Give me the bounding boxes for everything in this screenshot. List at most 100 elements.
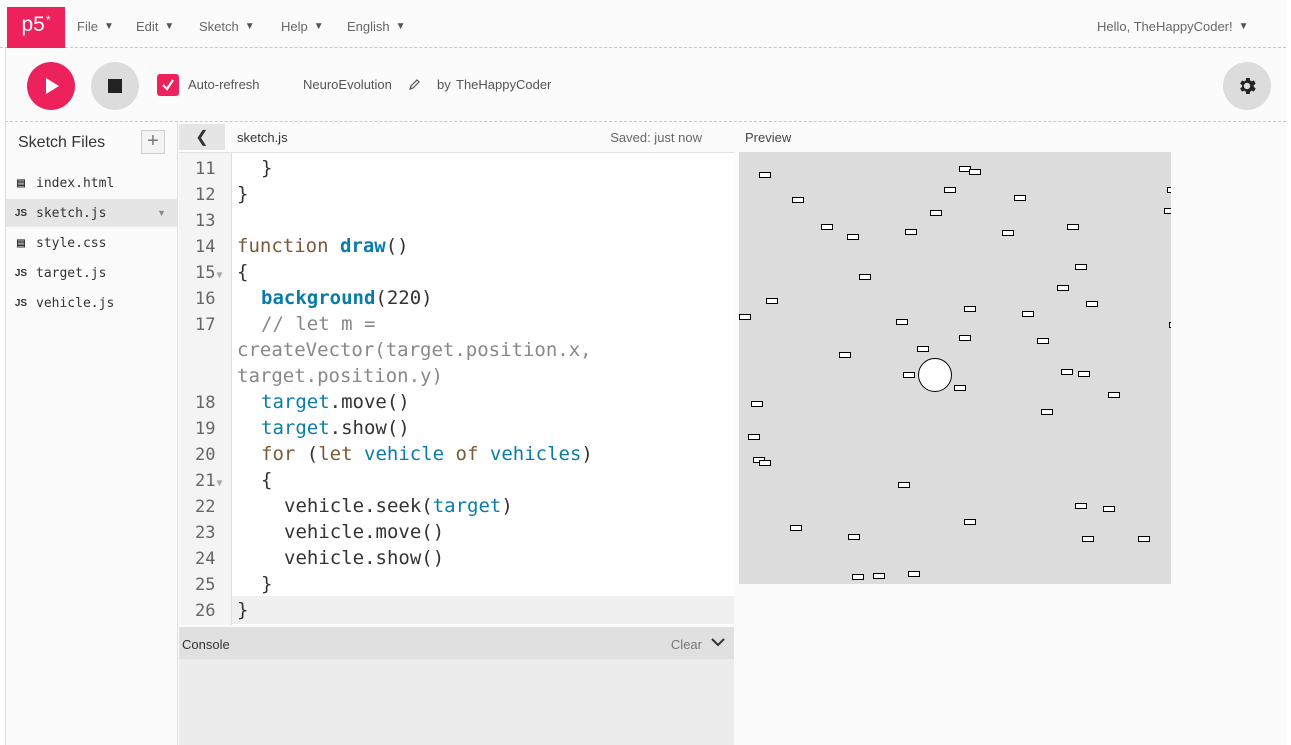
code-line-14: function draw() xyxy=(237,235,409,257)
vehicle-rect xyxy=(896,319,908,325)
vehicle-rect xyxy=(1086,301,1098,307)
vehicle-rect xyxy=(1108,392,1120,398)
file-vehicle-js[interactable]: JS vehicle.js xyxy=(6,289,178,317)
vehicle-rect xyxy=(1067,224,1079,230)
vehicle-rect xyxy=(1014,195,1026,201)
settings-button[interactable] xyxy=(1223,62,1271,110)
gear-icon xyxy=(1240,78,1256,94)
console-title: Console xyxy=(182,637,230,652)
js-file-icon: JS xyxy=(14,297,28,309)
menu-help[interactable]: Help ▼ xyxy=(281,19,324,34)
vehicle-rect xyxy=(964,519,976,525)
code-line-12: } xyxy=(237,183,249,205)
vehicle-rect xyxy=(944,187,956,193)
auto-refresh-checkbox[interactable] xyxy=(157,74,179,96)
menu-edit[interactable]: Edit ▼ xyxy=(136,19,174,34)
vehicle-rect xyxy=(1169,322,1171,328)
editor-filename: sketch.js xyxy=(237,130,288,145)
vehicle-rect xyxy=(751,401,763,407)
line-number: 14 xyxy=(195,237,216,257)
author-link[interactable]: TheHappyCoder xyxy=(456,77,551,92)
vehicle-rect xyxy=(954,385,966,391)
vehicle-rect xyxy=(1075,264,1087,270)
line-number-fold[interactable]: 21▼ xyxy=(179,471,232,491)
stop-icon xyxy=(108,79,122,93)
add-file-button[interactable]: + xyxy=(141,130,165,154)
code-line-19: target.show() xyxy=(261,417,410,439)
auto-refresh-label: Auto-refresh xyxy=(188,77,260,92)
code-line-18: target.move() xyxy=(261,391,410,413)
console-output[interactable] xyxy=(179,659,734,745)
vehicle-rect xyxy=(1075,503,1087,509)
vehicle-rect xyxy=(852,574,864,580)
vehicle-rect xyxy=(1138,536,1150,542)
vehicle-rect xyxy=(930,210,942,216)
pencil-icon[interactable] xyxy=(409,78,421,93)
vehicle-rect xyxy=(790,525,802,531)
vehicle-rect xyxy=(917,346,929,352)
code-line-16: background(220) xyxy=(261,287,433,309)
caret-down-icon: ▼ xyxy=(395,21,406,32)
vehicle-rect xyxy=(959,335,971,341)
js-file-icon: JS xyxy=(14,207,28,219)
preview-canvas[interactable] xyxy=(739,152,1171,584)
sidebar-title: Sketch Files xyxy=(18,134,106,151)
line-number: 26 xyxy=(195,601,216,621)
line-number: 16 xyxy=(195,289,216,309)
file-style-css[interactable]: ▤ style.css xyxy=(6,229,178,257)
js-file-icon: JS xyxy=(14,267,28,279)
vehicle-rect xyxy=(964,306,976,312)
collapse-sidebar-button[interactable]: ❮ xyxy=(179,124,225,150)
fold-arrow-icon: ▼ xyxy=(216,270,223,281)
line-number: 11 xyxy=(195,159,216,179)
file-target-js[interactable]: JS target.js xyxy=(6,259,178,287)
right-edge xyxy=(1287,0,1291,745)
code-editor[interactable]: 11 12 13 14 15▼ 16 17 18 19 20 21▼ 22 23… xyxy=(179,152,734,625)
caret-down-icon: ▼ xyxy=(103,21,114,32)
vehicle-rect xyxy=(1078,371,1090,377)
vehicle-rect xyxy=(1022,311,1034,317)
line-number: 19 xyxy=(195,419,216,439)
menu-language[interactable]: English ▼ xyxy=(347,19,406,34)
vehicle-rect xyxy=(903,372,915,378)
vehicle-rect xyxy=(848,534,860,540)
file-index-html[interactable]: ▤ index.html xyxy=(6,169,178,197)
menu-sketch[interactable]: Sketch ▼ xyxy=(199,19,255,34)
p5-logo[interactable]: p5 * xyxy=(7,7,65,48)
line-number-fold[interactable]: 15▼ xyxy=(179,263,232,283)
vehicle-rect xyxy=(839,352,851,358)
html-file-icon: ▤ xyxy=(16,177,26,189)
vehicle-rect xyxy=(739,314,751,320)
css-file-icon: ▤ xyxy=(16,237,26,249)
code-line-22: vehicle.seek(target) xyxy=(284,495,513,517)
vehicle-rect xyxy=(908,571,920,577)
vehicle-rect xyxy=(759,172,771,178)
stop-button[interactable] xyxy=(91,62,139,110)
console-clear-button[interactable]: Clear xyxy=(671,637,702,652)
top-nav: p5 * File ▼ Edit ▼ Sketch ▼ Help ▼ English ▼ H… xyxy=(0,0,1291,48)
chevron-left-icon: ❮ xyxy=(195,129,209,146)
editor-header: ❮ sketch.js Saved: just now xyxy=(179,122,734,152)
user-menu[interactable]: Hello, TheHappyCoder! ▼ xyxy=(1097,19,1249,34)
play-button[interactable] xyxy=(27,62,75,110)
chevron-down-icon[interactable] xyxy=(710,635,726,651)
code-line-17-comment: // let m = xyxy=(261,313,376,335)
preview-title: Preview xyxy=(745,130,792,145)
vehicle-rect xyxy=(1002,230,1014,236)
line-number: 23 xyxy=(195,523,216,543)
code-line-24: vehicle.show() xyxy=(284,547,445,569)
sketch-name[interactable]: NeuroEvolution xyxy=(303,77,392,92)
caret-down-icon: ▼ xyxy=(313,21,324,32)
code-line-11: } xyxy=(261,157,273,179)
line-number: 25 xyxy=(195,575,216,595)
line-number: 20 xyxy=(195,445,216,465)
menu-file[interactable]: File ▼ xyxy=(77,19,114,34)
line-number: 13 xyxy=(195,211,216,231)
vehicle-rect xyxy=(759,460,771,466)
file-sketch-js[interactable]: JS sketch.js ▼ xyxy=(6,199,178,227)
file-options-caret-icon[interactable]: ▼ xyxy=(157,208,166,218)
caret-down-icon: ▼ xyxy=(244,21,255,32)
vehicle-rect xyxy=(766,298,778,304)
vehicle-rect xyxy=(1164,208,1171,214)
vehicle-rect xyxy=(1103,506,1115,512)
